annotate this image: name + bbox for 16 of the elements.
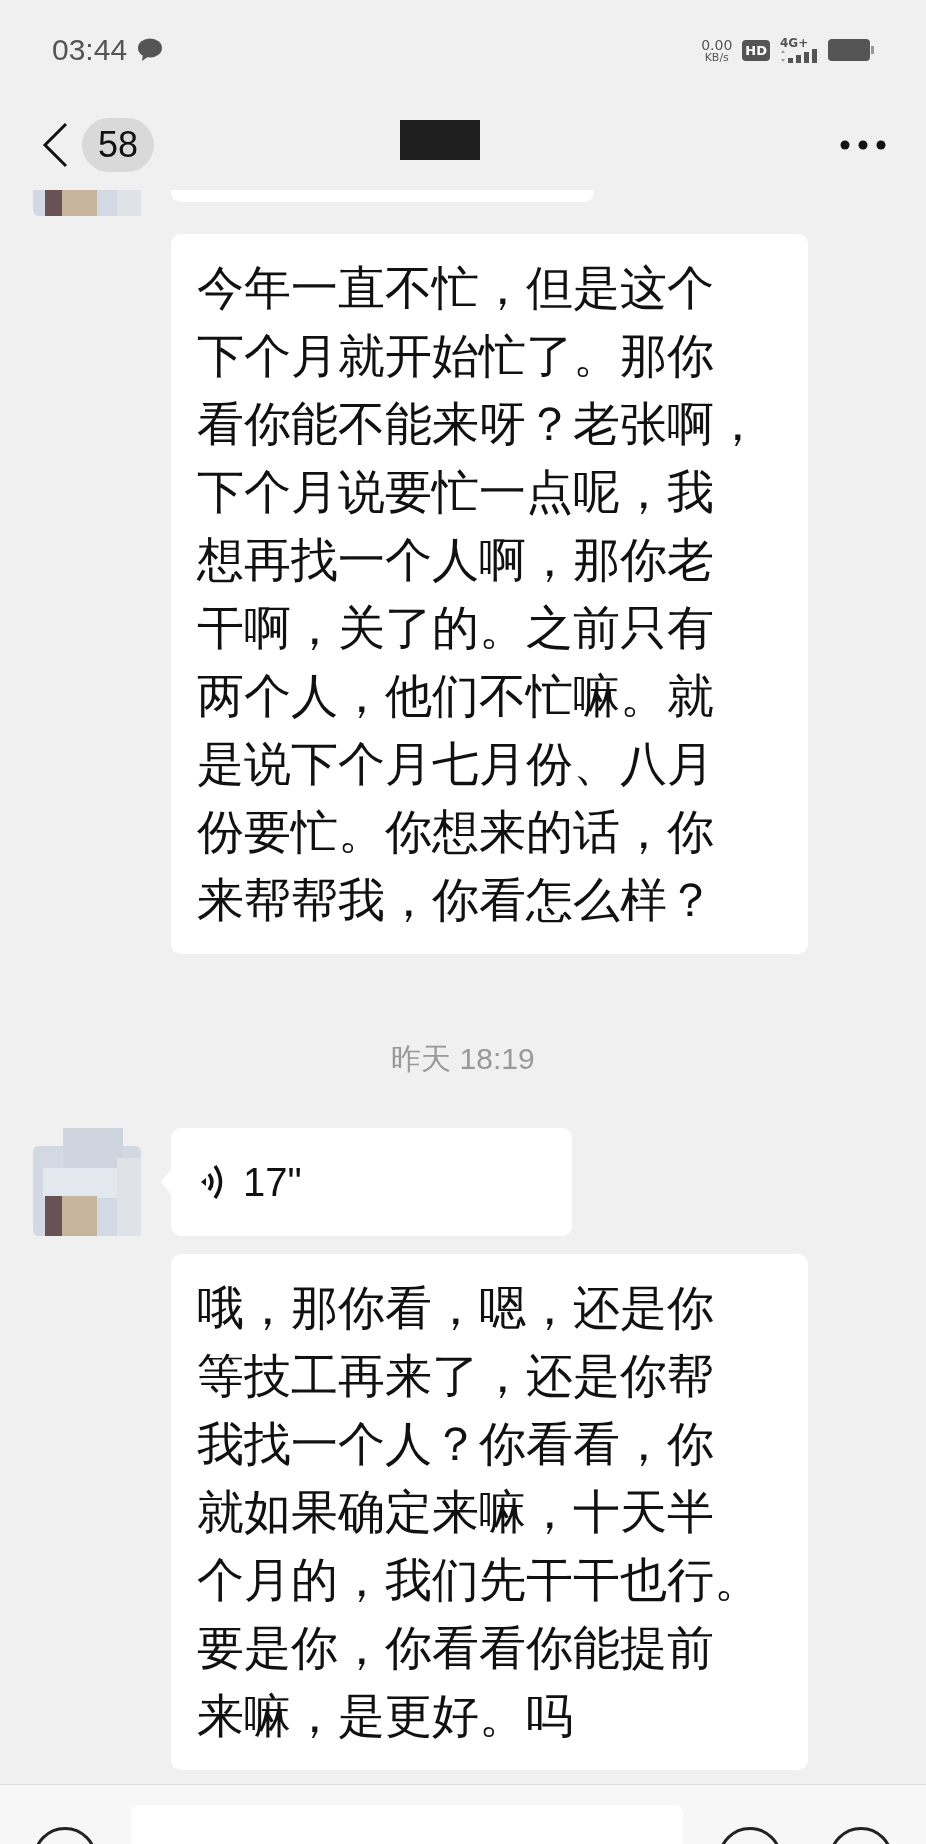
message-text: 哦，那你看，嗯，还是你 等技工再来了，还是你帮 我找一个人？你看看，你 就如果确定来嘛，十天半 个月的，我们先干干也行。 要是你，你看看你能提前 来嘛，是更好。吗 [171,1254,808,1770]
status-time: 03:44 [52,33,128,67]
hd-badge: HD [742,39,770,61]
voice-message[interactable]: 17" [171,1128,572,1236]
battery-icon [828,38,874,62]
chat-bubble-icon [137,38,164,62]
message-timestamp: 昨天 18:19 [391,1041,535,1077]
unread-count-badge: 58 [82,118,155,172]
more-icon[interactable] [840,139,886,151]
signal-icon [780,49,818,63]
network-speed: 0.00 [701,37,733,52]
back-icon[interactable] [42,122,68,168]
speed-unit: KB/s [704,51,729,63]
sound-wave-icon [199,1162,225,1202]
message-text: 今年一直不忙，但是这个 下个月就开始忙了。那你 看你能不能来呀？老张啊， 下个月说要忙一点呢，我 想再找一个人啊，那你老 干啊，关了的。之前只有 两个人，他们不忙嘛。就 是说下个月七月份、八月 份要忙。你想来的话，你 来帮帮我，你看怎么样？ [171,234,808,954]
network-type: 4G+ [780,37,809,49]
